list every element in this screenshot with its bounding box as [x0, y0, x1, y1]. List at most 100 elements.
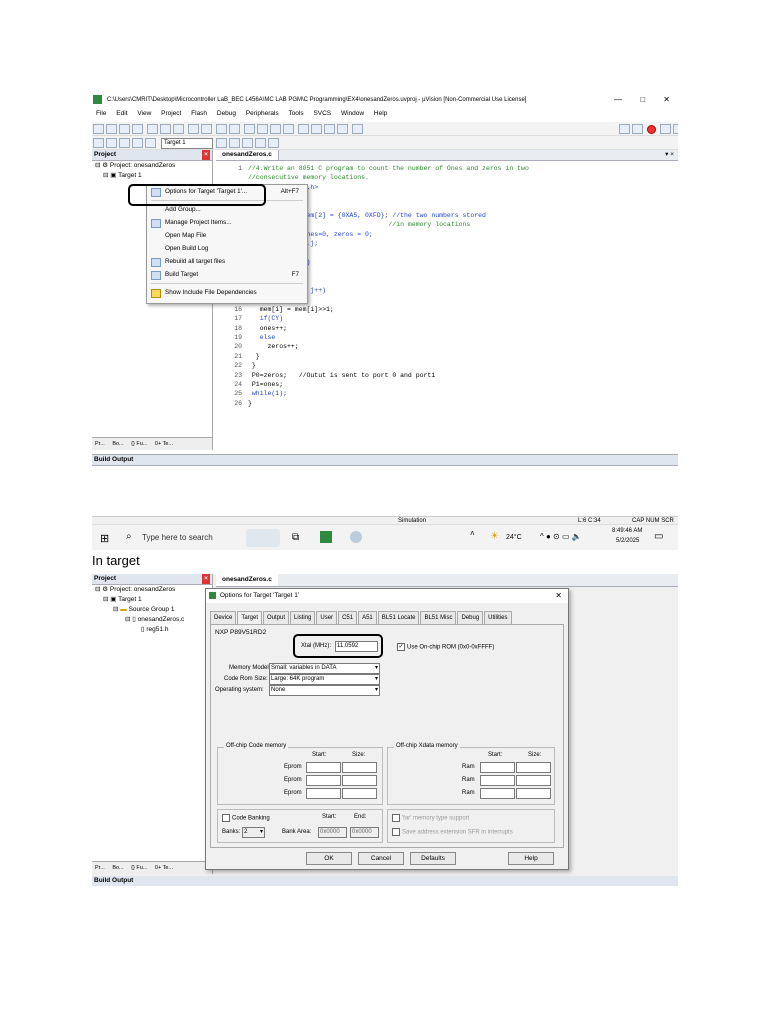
- zoom-icon[interactable]: [618, 124, 630, 134]
- unindent-icon[interactable]: [310, 124, 322, 134]
- tab-user[interactable]: User: [316, 611, 338, 624]
- breakpoint-icon[interactable]: [646, 124, 656, 134]
- panel-close-icon-2[interactable]: ×: [202, 574, 210, 584]
- manage-components-icon[interactable]: [228, 138, 240, 148]
- ok-button[interactable]: OK: [306, 852, 352, 865]
- tab-debug[interactable]: Debug: [457, 611, 484, 624]
- menu-tools[interactable]: Tools: [288, 110, 303, 117]
- ctx-rebuild-all[interactable]: Rebuild all target files: [147, 255, 307, 268]
- code-line[interactable]: 1 //4.Write an 8051 C program to count th…: [216, 164, 678, 173]
- eprom3-start[interactable]: [306, 788, 341, 799]
- uvision-taskbar-icon[interactable]: [320, 531, 332, 543]
- tab-listing[interactable]: Listing: [290, 611, 316, 624]
- menu-file[interactable]: File: [96, 110, 106, 117]
- bank-area-start[interactable]: 0x0000: [318, 827, 347, 838]
- tree-project-root[interactable]: ⊟ ⚙ Project: onesandZeros: [95, 161, 212, 171]
- defaults-button[interactable]: Defaults: [410, 852, 456, 865]
- tab-templates-2[interactable]: 0+ Te...: [155, 865, 173, 871]
- tools-icon[interactable]: [672, 124, 678, 134]
- tab-books[interactable]: Bo...: [112, 441, 123, 447]
- tab-output[interactable]: Output: [263, 611, 290, 624]
- taskbar-app-icon[interactable]: [246, 529, 280, 547]
- editor-tab-close-icon[interactable]: ▾ ×: [665, 150, 674, 160]
- editor-tab-2[interactable]: onesandZeros.c: [216, 574, 278, 586]
- tab-bl51-locate[interactable]: BL51 Locate: [377, 611, 420, 624]
- os-select[interactable]: None ▾: [269, 685, 380, 696]
- undo-icon[interactable]: [187, 124, 199, 134]
- tab-functions[interactable]: {} Fu...: [131, 441, 147, 447]
- close-button[interactable]: ✕: [663, 95, 670, 104]
- tree-target[interactable]: ⊟ ▣ Target 1: [95, 171, 212, 181]
- tree-header-file-2[interactable]: ▯ reg51.h: [95, 625, 212, 635]
- code-line[interactable]: 16 mem[i] = mem[i]>>1;: [216, 305, 678, 314]
- ram1-start[interactable]: [480, 762, 515, 773]
- bookmark-next-icon[interactable]: [269, 124, 281, 134]
- eprom1-start[interactable]: [306, 762, 341, 773]
- eprom3-size[interactable]: [342, 788, 377, 799]
- ram2-start[interactable]: [480, 775, 515, 786]
- tree-target-2[interactable]: ⊟ ▣ Target 1: [95, 595, 212, 605]
- ram3-size[interactable]: [516, 788, 551, 799]
- panel-close-icon[interactable]: ×: [202, 150, 210, 160]
- notification-icon[interactable]: ▭: [654, 531, 663, 542]
- nav-forward-icon[interactable]: [228, 124, 240, 134]
- indent-icon[interactable]: [297, 124, 309, 134]
- tab-target[interactable]: Target: [237, 611, 263, 625]
- windows-start-icon[interactable]: ⊞: [100, 532, 109, 545]
- task-view-icon[interactable]: ⧉: [292, 532, 299, 543]
- code-line[interactable]: 21 }: [216, 352, 678, 361]
- code-line[interactable]: 24 P1=ones;: [216, 380, 678, 389]
- tab-functions-2[interactable]: {} Fu...: [131, 865, 147, 871]
- maximize-button[interactable]: □: [640, 95, 645, 104]
- taskbar-search[interactable]: Type here to search: [142, 533, 213, 542]
- save-address-checkbox[interactable]: Save address extension SFR in interrupts: [392, 828, 513, 836]
- tab-templates[interactable]: 0+ Te...: [155, 441, 173, 447]
- tab-project[interactable]: Pr...: [95, 441, 105, 447]
- options-target-icon[interactable]: [215, 138, 227, 148]
- code-rom-select[interactable]: Large: 64K program ▾: [269, 674, 380, 685]
- pack-installer-icon[interactable]: [267, 138, 279, 148]
- clock-time[interactable]: 8:49:46 AM: [612, 528, 642, 534]
- uncomment-icon[interactable]: [336, 124, 348, 134]
- code-line[interactable]: 25 while(1);: [216, 389, 678, 398]
- code-line[interactable]: 20 zeros++;: [216, 342, 678, 351]
- batch-build-icon[interactable]: [145, 138, 156, 148]
- tree-source-group-2[interactable]: ⊟ ▬ Source Group 1: [95, 605, 212, 615]
- tree-project-root-2[interactable]: ⊟ ⚙ Project: onesandZeros: [95, 585, 212, 595]
- chrome-taskbar-icon[interactable]: [350, 531, 362, 543]
- ctx-show-include-deps[interactable]: Show Include File Dependencies: [147, 286, 307, 299]
- download-icon[interactable]: [132, 138, 143, 148]
- clock-date[interactable]: 5/2/2025: [616, 538, 639, 544]
- paste-icon[interactable]: [172, 124, 184, 134]
- target-select[interactable]: Target 1: [160, 137, 213, 149]
- menu-debug[interactable]: Debug: [217, 110, 236, 117]
- code-line[interactable]: //consecutive memory locations.: [216, 173, 678, 182]
- find-in-files-icon[interactable]: [351, 124, 363, 134]
- tab-utilities[interactable]: Utilities: [484, 611, 512, 624]
- tree-file-2[interactable]: ⊟ ▯ onesandZeros.c: [95, 615, 212, 625]
- code-banking-checkbox[interactable]: Code Banking: [222, 814, 270, 822]
- menu-edit[interactable]: Edit: [116, 110, 127, 117]
- new-file-icon[interactable]: [93, 124, 104, 134]
- comment-icon[interactable]: [323, 124, 335, 134]
- bookmark-clear-icon[interactable]: [282, 124, 294, 134]
- banks-select[interactable]: 2 ▾: [242, 827, 265, 838]
- menu-help[interactable]: Help: [374, 110, 387, 117]
- bookmark-icon[interactable]: [243, 124, 255, 134]
- code-line[interactable]: 22 }: [216, 361, 678, 370]
- save-icon[interactable]: [119, 124, 130, 134]
- code-line[interactable]: 26}: [216, 399, 678, 408]
- select-packs-icon[interactable]: [254, 138, 266, 148]
- rebuild-icon[interactable]: [119, 138, 130, 148]
- search-icon[interactable]: ⌕: [126, 531, 132, 542]
- translate-icon[interactable]: [93, 138, 104, 148]
- eprom2-start[interactable]: [306, 775, 341, 786]
- ctx-open-map-file[interactable]: Open Map File: [147, 229, 307, 242]
- minimize-button[interactable]: —: [614, 95, 622, 104]
- save-all-icon[interactable]: [132, 124, 143, 134]
- far-memory-checkbox[interactable]: 'far' memory type support: [392, 814, 469, 822]
- ctx-build-target[interactable]: Build Target F7: [147, 268, 307, 281]
- eprom1-size[interactable]: [342, 762, 377, 773]
- menu-flash[interactable]: Flash: [191, 110, 207, 117]
- config-icon[interactable]: [659, 124, 671, 134]
